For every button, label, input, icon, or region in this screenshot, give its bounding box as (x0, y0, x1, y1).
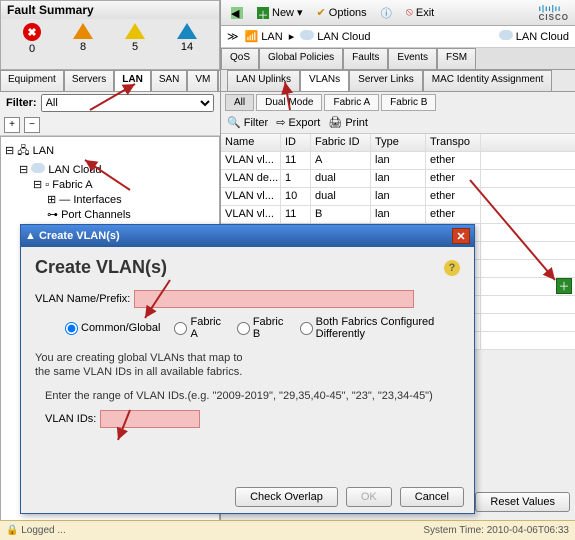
dialog-close-button[interactable]: ✕ (452, 228, 470, 244)
major-icon (73, 23, 93, 39)
radio-fabric-b[interactable]: Fabric B (237, 316, 286, 340)
tab-lan-uplinks[interactable]: LAN Uplinks (227, 70, 300, 91)
cloud-icon (499, 30, 513, 40)
col-fabric-id[interactable]: Fabric ID (311, 134, 371, 151)
filter-select[interactable]: All (41, 94, 214, 112)
col-type[interactable]: Type (371, 134, 426, 151)
tab-faults[interactable]: Faults (343, 48, 388, 69)
vlan-ids-input[interactable] (100, 410, 200, 428)
toolbar-new[interactable]: ＋New ▾ (253, 4, 307, 21)
fabric-b[interactable]: Fabric B (381, 94, 436, 111)
dialog-info-1: You are creating global VLANs that map t… (35, 352, 460, 364)
filter-bar: Filter: All (0, 92, 220, 114)
toolbar-back[interactable]: ◀ (227, 5, 247, 21)
toolbar-options[interactable]: ✔Options (313, 4, 371, 21)
reset-values-button[interactable]: Reset Values (475, 492, 570, 512)
status-time: System Time: 2010-04-06T06:33 (423, 525, 569, 536)
tab-qos[interactable]: QoS (221, 48, 259, 69)
critical-icon: ✖ (23, 23, 41, 41)
add-vlan-side-button[interactable]: ＋ (556, 278, 572, 294)
dialog-info-2: the same VLAN IDs in all available fabri… (35, 366, 460, 378)
tab-mac-identity[interactable]: MAC Identity Assignment (423, 70, 553, 91)
tree-interfaces[interactable]: ⊞ — Interfaces (5, 192, 215, 207)
breadcrumb-lan[interactable]: LAN (261, 31, 282, 43)
subtabs-row1: QoS Global Policies Faults Events FSM (221, 48, 575, 70)
toolbar-info[interactable]: ⓘ (377, 3, 396, 23)
table-row[interactable]: VLAN vl...10duallanether (221, 188, 575, 206)
grid-action-bar: 🔍 Filter ⇨ Export 🖨 Print (221, 112, 575, 134)
dialog-title: Create VLAN(s) (39, 230, 120, 242)
fabric-dual[interactable]: Dual Mode (256, 94, 322, 111)
tab-server-links[interactable]: Server Links (349, 70, 423, 91)
minor-icon (125, 23, 145, 39)
warning-icon (177, 23, 197, 39)
fabric-filter-bar: All Dual Mode Fabric A Fabric B (221, 92, 575, 112)
fault-minor[interactable]: 5 (125, 23, 145, 55)
radio-common-global[interactable]: Common/Global (65, 316, 160, 340)
tab-vm[interactable]: VM (187, 70, 218, 91)
tab-fsm[interactable]: FSM (437, 48, 476, 69)
tab-events[interactable]: Events (388, 48, 437, 69)
breadcrumb-arrow-icon: ≫ (227, 30, 239, 43)
expand-button[interactable]: + (4, 117, 20, 133)
table-row[interactable]: VLAN vl...11Blanether (221, 206, 575, 224)
dialog-title-icon: ▲ (25, 230, 36, 242)
col-name[interactable]: Name (221, 134, 281, 151)
fabric-a[interactable]: Fabric A (324, 94, 379, 111)
breadcrumb: ≫ 📶 LAN ▸ LAN Cloud LAN Cloud (221, 26, 575, 48)
status-left: Logged ... (21, 525, 65, 536)
filter-label: Filter: (6, 97, 37, 109)
collapse-button[interactable]: − (24, 117, 40, 133)
tree-icon-bar: + − (0, 114, 220, 136)
col-transport[interactable]: Transpo (426, 134, 481, 151)
subtabs-row2: LAN Uplinks VLANs Server Links MAC Ident… (221, 70, 575, 92)
tree-fabric-a[interactable]: ⊟ ▫ Fabric A (5, 177, 215, 192)
tab-global-policies[interactable]: Global Policies (259, 48, 343, 69)
tab-vlans[interactable]: VLANs (300, 70, 349, 91)
cloud-icon (300, 30, 314, 40)
vlan-name-label: VLAN Name/Prefix: (35, 293, 130, 305)
dialog-titlebar[interactable]: ▲ Create VLAN(s) ✕ (21, 225, 474, 247)
create-vlan-dialog: ▲ Create VLAN(s) ✕ Create VLAN(s) ? VLAN… (20, 224, 475, 514)
cloud-icon (31, 163, 45, 173)
vlan-ids-label: VLAN IDs: (45, 413, 96, 425)
export-action[interactable]: ⇨ Export (276, 116, 320, 129)
filter-action[interactable]: 🔍 Filter (227, 116, 268, 129)
print-action[interactable]: 🖨 Print (328, 116, 368, 129)
cisco-logo: ı|ıı|ııCISCO (539, 4, 569, 22)
check-overlap-button[interactable]: Check Overlap (235, 487, 338, 507)
fabric-scope-radios: Common/Global Fabric A Fabric B Both Fab… (65, 316, 460, 340)
dialog-heading: Create VLAN(s) (35, 257, 460, 278)
tree-port-channels[interactable]: ⊶ Port Channels (5, 207, 215, 222)
radio-both-fabrics[interactable]: Both Fabrics Configured Differently (300, 316, 460, 340)
grid-header-row: Name ID Fabric ID Type Transpo (221, 134, 575, 152)
cancel-button[interactable]: Cancel (400, 487, 464, 507)
table-row[interactable]: VLAN de...1duallanether (221, 170, 575, 188)
toolbar-exit[interactable]: ⦸Exit (402, 4, 439, 21)
fault-critical[interactable]: ✖0 (23, 23, 41, 55)
dialog-range-hint: Enter the range of VLAN IDs.(e.g. "2009-… (45, 390, 460, 402)
breadcrumb-lan-cloud[interactable]: LAN Cloud (317, 31, 370, 43)
fault-warning[interactable]: 14 (177, 23, 197, 55)
tab-servers[interactable]: Servers (64, 70, 114, 91)
vlan-name-input[interactable] (134, 290, 414, 308)
status-bar: 🔒 Logged ... System Time: 2010-04-06T06:… (0, 520, 575, 540)
left-nav-tabs: Equipment Servers LAN SAN VM Admin (0, 70, 220, 92)
tree-lan[interactable]: ⊟ 🖧 LAN (5, 141, 215, 162)
tab-equipment[interactable]: Equipment (0, 70, 64, 91)
fabric-all[interactable]: All (225, 94, 254, 111)
table-row[interactable]: VLAN vl...11Alanether (221, 152, 575, 170)
tree-lan-cloud[interactable]: ⊟ LAN Cloud (5, 162, 215, 177)
help-icon[interactable]: ? (444, 260, 460, 276)
fault-major[interactable]: 8 (73, 23, 93, 55)
radio-fabric-a[interactable]: Fabric A (174, 316, 222, 340)
tab-san[interactable]: SAN (151, 70, 188, 91)
tab-lan[interactable]: LAN (114, 70, 151, 91)
fault-summary-title: Fault Summary (1, 1, 219, 19)
ok-button[interactable]: OK (346, 487, 392, 507)
col-id[interactable]: ID (281, 134, 311, 151)
main-toolbar: ◀ ＋New ▾ ✔Options ⓘ ⦸Exit ı|ıı|ııCISCO (221, 0, 575, 26)
fault-summary-panel: Fault Summary ✖0 8 5 14 (0, 0, 220, 70)
